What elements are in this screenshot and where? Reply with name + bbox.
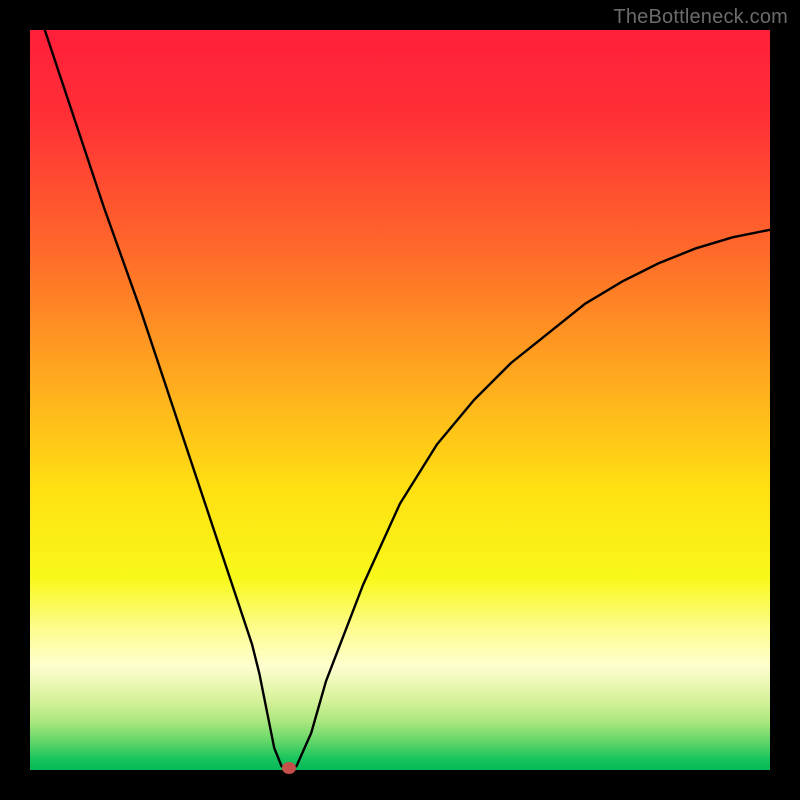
bottleneck-curve: [45, 30, 770, 768]
chart-frame: TheBottleneck.com: [0, 0, 800, 800]
plot-area: [30, 30, 770, 770]
watermark-text: TheBottleneck.com: [613, 6, 788, 29]
optimum-marker: [282, 762, 296, 774]
curve-svg: [30, 30, 770, 770]
